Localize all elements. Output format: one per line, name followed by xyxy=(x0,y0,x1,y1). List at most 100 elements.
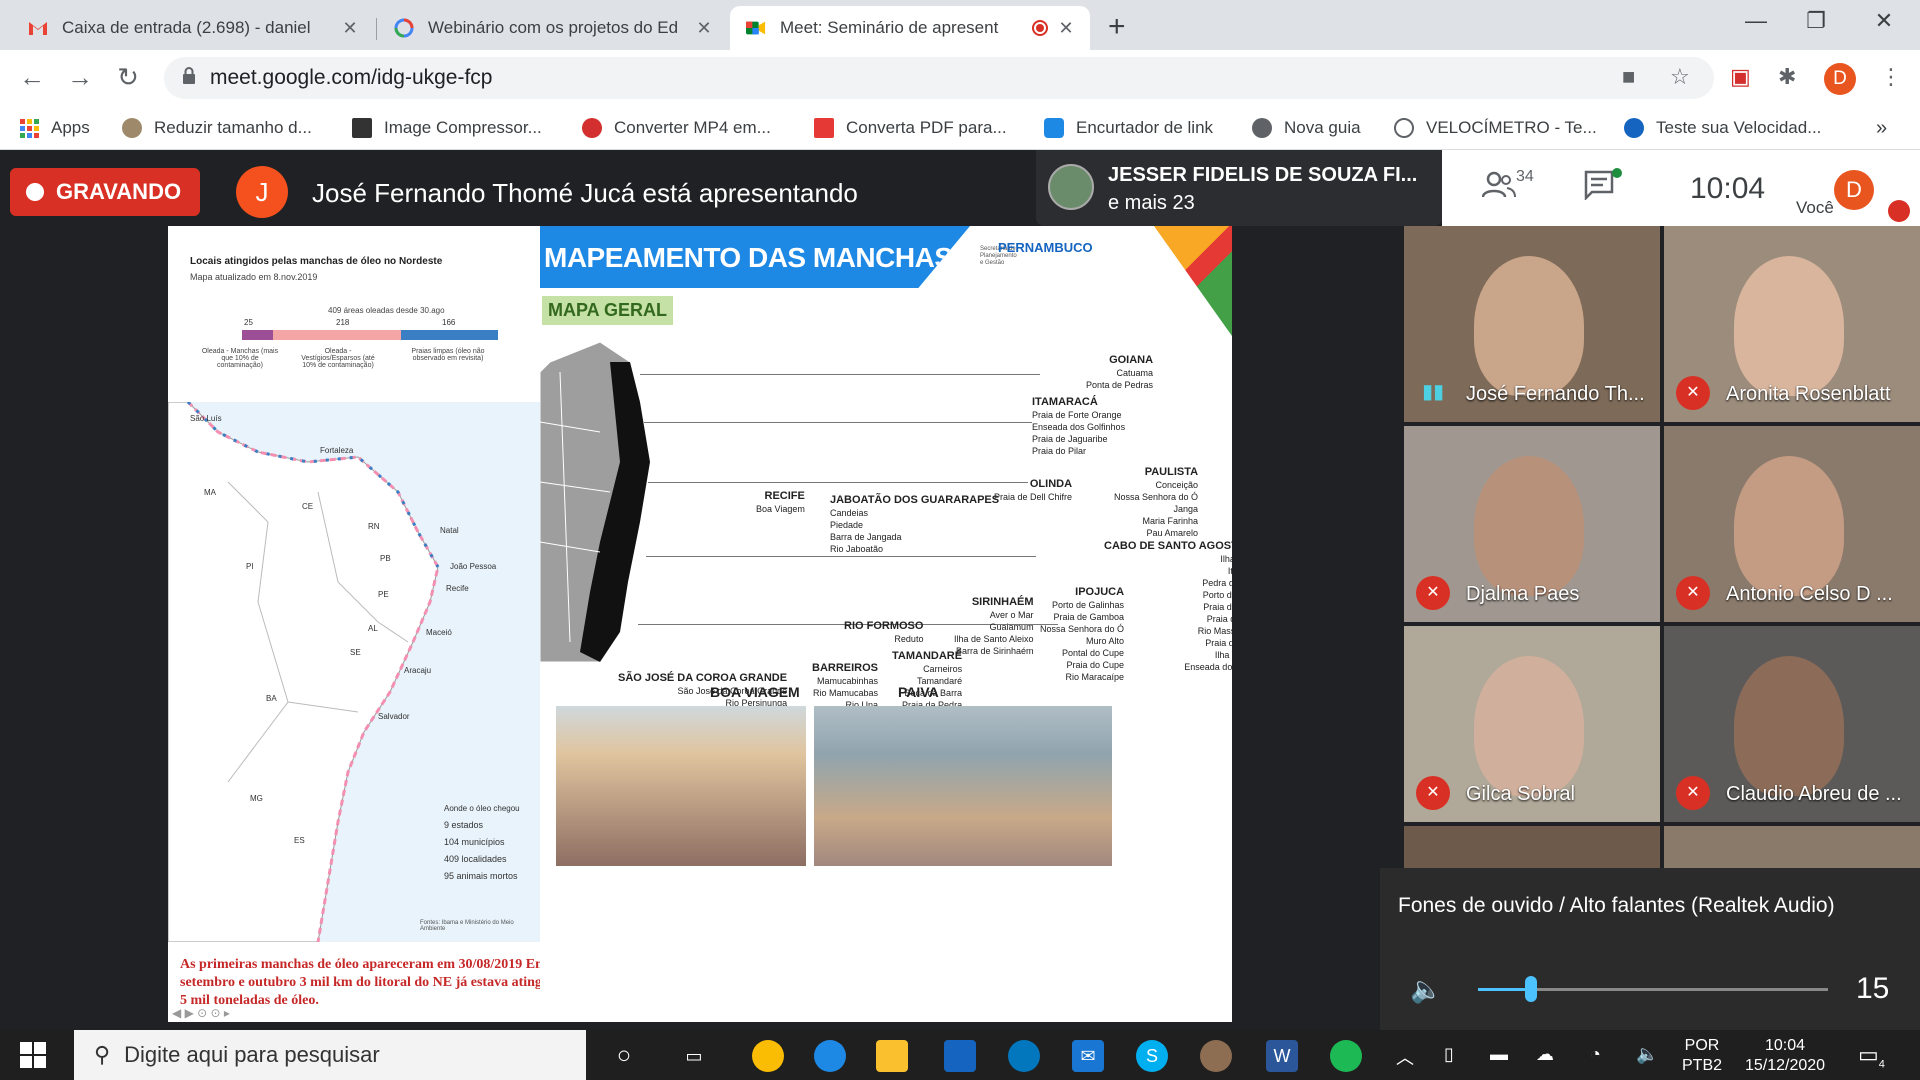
stat-item: 409 localidades xyxy=(444,854,507,864)
extensions-puzzle-icon[interactable]: ✱ xyxy=(1778,64,1796,90)
tab-gmail[interactable]: Caixa de entrada (2.698) - daniel ✕ xyxy=(12,6,374,50)
bookmark-teste-velocidade[interactable]: Teste sua Velocidad... xyxy=(1624,114,1821,142)
bookmark-reduzir[interactable]: Reduzir tamanho d... xyxy=(122,114,312,142)
state-label: PI xyxy=(246,562,254,571)
cloud-icon[interactable]: ☁ xyxy=(1536,1044,1554,1065)
count-vestigios: 218 xyxy=(336,318,350,327)
self-avatar[interactable]: D xyxy=(1834,170,1874,210)
cortana-icon[interactable]: ○ xyxy=(608,1040,640,1072)
close-icon[interactable]: ✕ xyxy=(694,18,714,39)
stat-item: 9 estados xyxy=(444,820,484,830)
windows-start-icon[interactable] xyxy=(20,1042,46,1068)
chrome-icon[interactable] xyxy=(752,1040,784,1072)
bookmark-label: Image Compressor... xyxy=(384,118,542,137)
legend-manchas: Oleada - Manchas (mais que 10% de contam… xyxy=(201,348,279,369)
state-label: SE xyxy=(350,648,361,657)
people-icon[interactable] xyxy=(1481,170,1516,207)
taskbar-search[interactable]: ⚲ Digite aqui para pesquisar xyxy=(74,1030,586,1080)
edge-icon[interactable] xyxy=(814,1040,846,1072)
new-tab-button[interactable]: + xyxy=(1108,10,1126,44)
bookmark-nova-guia[interactable]: Nova guia xyxy=(1252,114,1361,142)
bar-manchas xyxy=(242,330,273,340)
map-title: Locais atingidos pelas manchas de óleo n… xyxy=(190,256,443,267)
reload-button[interactable]: ↻ xyxy=(110,62,146,93)
lock-icon xyxy=(182,66,196,90)
store-icon[interactable] xyxy=(944,1040,976,1072)
window-close-button[interactable]: ✕ xyxy=(1864,8,1904,34)
slide-nav-icons[interactable]: ◀ ▶ ⊙ ⊙ ▸ xyxy=(172,1006,230,1020)
people-count: 34 xyxy=(1516,168,1534,185)
minimize-button[interactable]: — xyxy=(1736,8,1776,34)
restore-button[interactable]: ❐ xyxy=(1796,8,1836,34)
battery-icon[interactable]: ▬ xyxy=(1490,1044,1508,1065)
bookmark-velocimetro[interactable]: VELOCÍMETRO - Te... xyxy=(1394,114,1597,142)
bookmark-encurtador[interactable]: Encurtador de link xyxy=(1044,114,1213,142)
menu-icon[interactable]: ⋮ xyxy=(1880,64,1902,90)
tab-strip: Caixa de entrada (2.698) - daniel ✕ Webi… xyxy=(0,0,1920,50)
label-rio-formoso: RIO FORMOSO Reduto xyxy=(844,620,924,644)
system-clock[interactable]: 10:04 15/12/2020 xyxy=(1740,1036,1830,1076)
participant-tile-1[interactable]: ✕ Aronita Rosenblatt xyxy=(1664,226,1920,422)
participant-tile-4[interactable]: ✕ Gilca Sobral xyxy=(1404,626,1660,822)
word-icon[interactable]: W xyxy=(1266,1040,1298,1072)
participant-name: Aronita Rosenblatt xyxy=(1726,383,1891,405)
chat-icon[interactable] xyxy=(1584,170,1616,208)
recording-label: GRAVANDO xyxy=(56,179,182,204)
photo-paiva xyxy=(814,706,1112,866)
back-button[interactable]: ← xyxy=(14,62,50,93)
label-barreiros: BARREIROS Mamucabinhas Rio Mamucabas Rio … xyxy=(812,662,879,710)
audio-device-name[interactable]: Fones de ouvido / Alto falantes (Realtek… xyxy=(1398,894,1835,918)
participant-tile-5[interactable]: ✕ Claudio Abreu de ... xyxy=(1664,626,1920,822)
profile-avatar[interactable]: D xyxy=(1824,63,1856,95)
bookmark-converter-mp4[interactable]: Converter MP4 em... xyxy=(582,114,771,142)
presenter-status: José Fernando Thomé Jucá está apresentan… xyxy=(312,178,858,208)
bookmark-converta-pdf[interactable]: Converta PDF para... xyxy=(814,114,1007,142)
volume-tray-icon[interactable]: 🔈 xyxy=(1636,1044,1658,1065)
camera-icon[interactable]: ■ xyxy=(1622,64,1635,90)
participant-tile-0[interactable]: ▮▮ José Fernando Th... xyxy=(1404,226,1660,422)
participant-video xyxy=(1734,656,1844,796)
wifi-icon[interactable]: ◔ xyxy=(1590,1044,1601,1065)
extension-icon[interactable]: ▣ xyxy=(1730,64,1751,90)
spotify-icon[interactable] xyxy=(1330,1040,1362,1072)
participant-tile-3[interactable]: ✕ Antonio Celso D ... xyxy=(1664,426,1920,622)
volume-slider[interactable] xyxy=(1478,976,1828,1002)
device-icon[interactable]: ▯ xyxy=(1444,1044,1454,1065)
pinned-participants[interactable]: JESSER FIDELIS DE SOUZA FI... e mais 23 xyxy=(1036,150,1442,226)
tab-title: Webinário com os projetos do Ed xyxy=(428,18,679,37)
bookmark-image-compressor[interactable]: Image Compressor... xyxy=(352,114,542,142)
map-source: Fontes: Ibama e Ministério do Meio Ambie… xyxy=(420,920,514,932)
apps-grid-icon xyxy=(20,118,39,138)
volume-thumb[interactable] xyxy=(1524,976,1537,1002)
bookmarks-more-button[interactable]: » xyxy=(1876,114,1887,142)
city-label: Aracaju xyxy=(404,666,432,675)
bookmark-star-icon[interactable]: ☆ xyxy=(1670,64,1690,90)
bookmark-apps[interactable]: Apps xyxy=(20,114,90,142)
tab-webinar[interactable]: Webinário com os projetos do Ed ✕ xyxy=(378,6,728,50)
mail-icon[interactable]: ✉ xyxy=(1072,1040,1104,1072)
notifications-icon[interactable]: ▭4 xyxy=(1858,1042,1885,1070)
paint-icon[interactable] xyxy=(1200,1040,1232,1072)
recording-badge: GRAVANDO xyxy=(10,168,200,216)
meeting-clock: 10:04 xyxy=(1690,172,1766,205)
city-label: Maceió xyxy=(426,628,452,637)
bookmark-label: Apps xyxy=(51,118,90,137)
participant-name: Djalma Paes xyxy=(1466,583,1580,605)
address-bar[interactable]: meet.google.com/idg-ukge-fcp xyxy=(164,57,1714,99)
mapa-geral-label: MAPA GERAL xyxy=(542,296,673,325)
tray-chevron-icon[interactable]: ︿ xyxy=(1396,1044,1414,1070)
participant-tile-2[interactable]: ✕ Djalma Paes xyxy=(1404,426,1660,622)
pernambuco-map-panel: MAPEAMENTO DAS MANCHAS DE ÓLEO Secretari… xyxy=(540,226,1232,1022)
mic-off-icon: ✕ xyxy=(1416,776,1450,810)
utility-icon[interactable] xyxy=(1008,1040,1040,1072)
task-view-icon[interactable]: ▭ xyxy=(678,1040,710,1072)
language-indicator[interactable]: POR PTB2 xyxy=(1682,1036,1722,1076)
forward-button[interactable]: → xyxy=(62,62,98,93)
close-icon[interactable]: ✕ xyxy=(340,18,360,39)
bookmark-label: VELOCÍMETRO - Te... xyxy=(1426,118,1597,137)
file-explorer-icon[interactable] xyxy=(876,1040,908,1072)
close-icon[interactable]: ✕ xyxy=(1056,18,1076,39)
speaker-icon[interactable]: 🔈 xyxy=(1410,974,1442,1005)
tab-meet[interactable]: Meet: Seminário de apresent ✕ xyxy=(730,6,1090,50)
skype-icon[interactable]: S xyxy=(1136,1040,1168,1072)
